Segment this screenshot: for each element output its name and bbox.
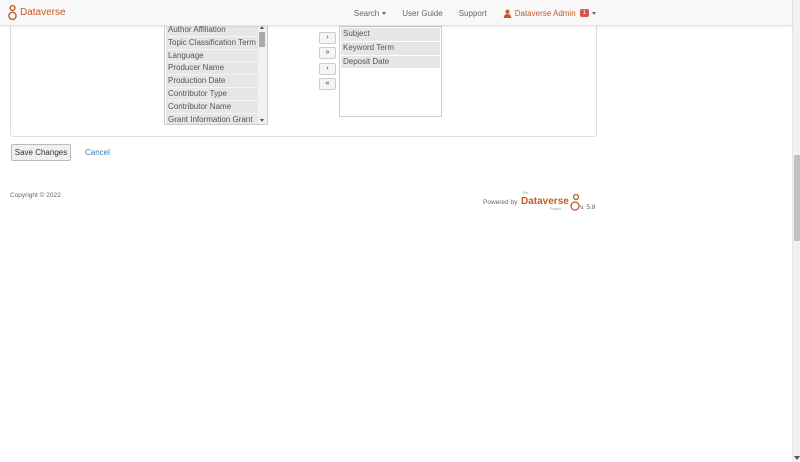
- list-item[interactable]: Keyword Term: [341, 41, 440, 55]
- add-all-button[interactable]: »: [319, 47, 336, 59]
- page-scrollbar[interactable]: [792, 0, 800, 462]
- copyright-text: Copyright © 2022: [10, 192, 61, 199]
- dataverse-project-logo[interactable]: The Dataverse Project: [519, 191, 581, 213]
- cancel-link[interactable]: Cancel: [85, 148, 110, 157]
- version-text: v. 5.8: [580, 204, 596, 211]
- scroll-up-icon[interactable]: [260, 26, 264, 29]
- scroll-down-icon[interactable]: [794, 456, 800, 460]
- list-item[interactable]: Deposit Date: [341, 55, 440, 69]
- chevron-down-icon: [382, 11, 387, 15]
- scrollbar-thumb[interactable]: [794, 155, 800, 241]
- add-selected-button[interactable]: ›: [319, 32, 336, 44]
- remove-all-button[interactable]: «: [319, 78, 336, 90]
- logo-the: The: [522, 191, 529, 195]
- list-item[interactable]: Contributor Name: [166, 100, 258, 114]
- list-item[interactable]: Producer Name: [166, 62, 258, 76]
- user-account-dropdown[interactable]: Dataverse Admin 1: [503, 9, 596, 18]
- list-item[interactable]: Production Date: [166, 75, 258, 88]
- scroll-down-icon[interactable]: [260, 119, 264, 122]
- list-item[interactable]: Subject: [341, 28, 440, 41]
- brand-home-link[interactable]: Dataverse: [8, 4, 66, 21]
- search-dropdown-label: Search: [353, 8, 380, 18]
- selected-facets-list[interactable]: Subject Keyword Term Deposit Date: [339, 26, 442, 117]
- logo-name: Dataverse: [521, 196, 569, 207]
- scrollbar-thumb[interactable]: [259, 32, 265, 47]
- user-guide-link[interactable]: User Guide: [402, 9, 442, 18]
- top-navbar: Dataverse Search User Guide Support Data…: [0, 0, 792, 26]
- list-item[interactable]: Grant Information Grant: [166, 113, 258, 124]
- chevron-down-icon: [592, 11, 596, 15]
- search-dropdown[interactable]: Search: [353, 8, 387, 18]
- notification-badge: 1: [579, 9, 589, 17]
- user-name: Dataverse Admin: [514, 8, 576, 18]
- support-link[interactable]: Support: [459, 9, 487, 18]
- remove-selected-button[interactable]: ‹: [319, 63, 336, 75]
- logo-project: Project: [550, 207, 561, 211]
- brand-name: Dataverse: [20, 7, 66, 18]
- list-scrollbar[interactable]: [258, 24, 267, 124]
- list-item[interactable]: Contributor Type: [166, 87, 258, 101]
- list-item[interactable]: Topic Classification Term: [166, 36, 258, 50]
- user-icon: [503, 9, 512, 18]
- powered-by-text: Powered by: [483, 199, 518, 206]
- list-item[interactable]: Language: [166, 49, 258, 63]
- dataverse-logo-icon: [8, 4, 17, 21]
- available-facets-list[interactable]: Author Affiliation Topic Classification …: [164, 23, 268, 125]
- save-changes-button[interactable]: Save Changes: [11, 144, 71, 161]
